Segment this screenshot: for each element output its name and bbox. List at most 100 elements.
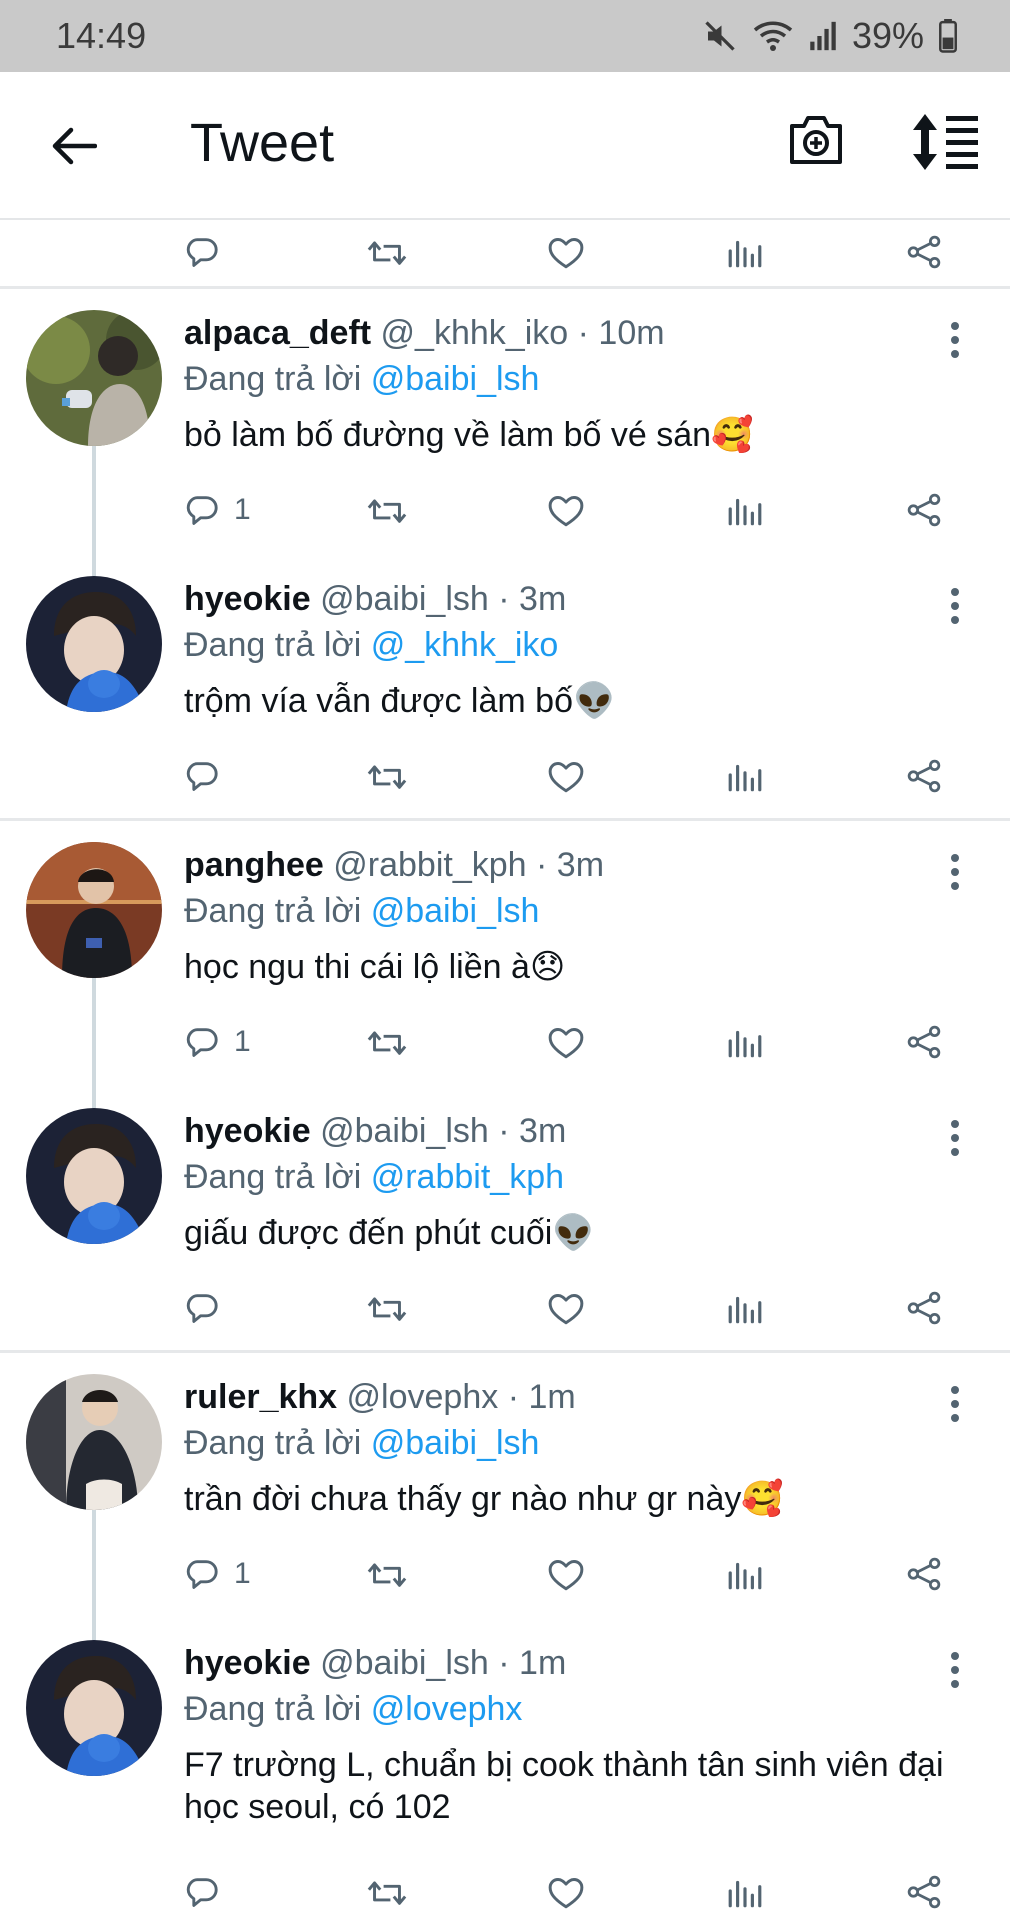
replying-to-label: Đang trả lời (184, 1690, 362, 1728)
retweet-icon (367, 241, 407, 265)
reply-button[interactable] (186, 746, 234, 806)
display-name[interactable]: panghee (184, 846, 324, 884)
like-button[interactable] (546, 1544, 586, 1604)
timestamp: 3m (519, 1112, 567, 1150)
share-button[interactable] (904, 746, 944, 806)
more-options-button[interactable] (940, 1116, 970, 1160)
reply-to-handle[interactable]: @baibi_lsh (371, 892, 540, 930)
views-icon (728, 1562, 762, 1590)
share-icon (907, 493, 941, 527)
reply-to-handle[interactable]: @rabbit_kph (371, 1158, 564, 1196)
tweet-text: F7 trường L, chuẩn bị cook thành tân sin… (184, 1746, 944, 1826)
display-name[interactable]: hyeokie (184, 580, 311, 618)
user-handle[interactable]: @baibi_lsh (320, 1112, 489, 1150)
more-options-button[interactable] (940, 1648, 970, 1692)
sort-replies-button[interactable] (910, 112, 982, 178)
more-options-button[interactable] (940, 1382, 970, 1426)
user-handle[interactable]: @rabbit_kph (333, 846, 526, 884)
sort-icon (913, 114, 978, 170)
replying-to: Đang trả lời @baibi_lsh (184, 892, 539, 931)
reply-button[interactable] (186, 1278, 234, 1338)
reply-count: 1 (234, 1025, 251, 1058)
more-options-button[interactable] (940, 584, 970, 628)
user-handle[interactable]: @baibi_lsh (320, 1644, 489, 1682)
retweet-button[interactable] (366, 1544, 408, 1604)
heart-icon (548, 496, 584, 527)
reply-icon (186, 1028, 218, 1057)
reply-icon (186, 238, 218, 267)
camera-button[interactable] (788, 112, 854, 178)
share-button[interactable] (904, 222, 944, 282)
avatar[interactable] (26, 310, 162, 446)
heart-icon (548, 1294, 584, 1325)
user-handle[interactable]: @_khhk_iko (381, 314, 569, 352)
views-button[interactable] (726, 1012, 764, 1072)
retweet-button[interactable] (366, 222, 408, 282)
status-icons: 39% (702, 15, 958, 57)
battery-icon (939, 19, 957, 53)
back-button[interactable] (44, 116, 104, 176)
timestamp: 1m (519, 1644, 567, 1682)
avatar[interactable] (26, 842, 162, 978)
display-name[interactable]: ruler_khx (184, 1378, 337, 1416)
replying-to-label: Đang trả lời (184, 892, 362, 930)
reply-to-handle[interactable]: @lovephx (371, 1690, 523, 1728)
divider (0, 818, 1010, 821)
avatar[interactable] (26, 1108, 162, 1244)
views-button[interactable] (726, 1862, 764, 1920)
like-button[interactable] (546, 1012, 586, 1072)
display-name[interactable]: alpaca_deft (184, 314, 371, 352)
share-icon (907, 1875, 941, 1909)
retweet-button[interactable] (366, 746, 408, 806)
reply-button[interactable] (186, 222, 224, 282)
share-icon (907, 235, 941, 269)
avatar[interactable] (26, 576, 162, 712)
views-button[interactable] (726, 222, 764, 282)
views-button[interactable] (726, 1544, 764, 1604)
avatar[interactable] (26, 1640, 162, 1776)
reply-button[interactable]: 1 (186, 480, 251, 540)
views-button[interactable] (726, 1278, 764, 1338)
more-options-button[interactable] (940, 318, 970, 362)
retweet-button[interactable] (366, 1862, 408, 1920)
replying-to: Đang trả lời @baibi_lsh (184, 1424, 539, 1463)
share-button[interactable] (904, 480, 944, 540)
dot-separator: · (536, 846, 548, 884)
share-button[interactable] (904, 1862, 944, 1920)
like-button[interactable] (546, 480, 586, 540)
views-button[interactable] (726, 480, 764, 540)
tweet-actions (0, 1862, 1010, 1920)
reply-button[interactable]: 1 (186, 1544, 251, 1604)
retweet-button[interactable] (366, 480, 408, 540)
retweet-button[interactable] (366, 1012, 408, 1072)
timestamp: 1m (528, 1378, 576, 1416)
reply-button[interactable] (186, 1862, 234, 1920)
more-options-button[interactable] (940, 850, 970, 894)
share-button[interactable] (904, 1278, 944, 1338)
dot-separator: · (507, 1378, 520, 1416)
reply-to-handle[interactable]: @_khhk_iko (371, 626, 559, 664)
reply-to-handle[interactable]: @baibi_lsh (371, 360, 540, 398)
reply-icon (186, 762, 218, 791)
display-name[interactable]: hyeokie (184, 1644, 311, 1682)
reply-button[interactable]: 1 (186, 1012, 251, 1072)
views-button[interactable] (726, 746, 764, 806)
share-button[interactable] (904, 1012, 944, 1072)
avatar[interactable] (26, 1374, 162, 1510)
avatar-photo (26, 310, 162, 446)
user-handle[interactable]: @lovephx (347, 1378, 499, 1416)
like-button[interactable] (546, 222, 586, 282)
avatar-photo (26, 576, 162, 712)
like-button[interactable] (546, 1278, 586, 1338)
like-button[interactable] (546, 746, 586, 806)
retweet-button[interactable] (366, 1278, 408, 1338)
user-handle[interactable]: @baibi_lsh (320, 580, 489, 618)
share-button[interactable] (904, 1544, 944, 1604)
display-name[interactable]: hyeokie (184, 1112, 311, 1150)
like-button[interactable] (546, 1862, 586, 1920)
timestamp: 10m (598, 314, 665, 352)
tweet-text: bỏ làm bố đường về làm bố vé sán🥰 (184, 416, 754, 454)
reply-to-handle[interactable]: @baibi_lsh (371, 1424, 540, 1462)
replying-to: Đang trả lời @_khhk_iko (184, 626, 558, 665)
retweet-icon (367, 499, 407, 523)
